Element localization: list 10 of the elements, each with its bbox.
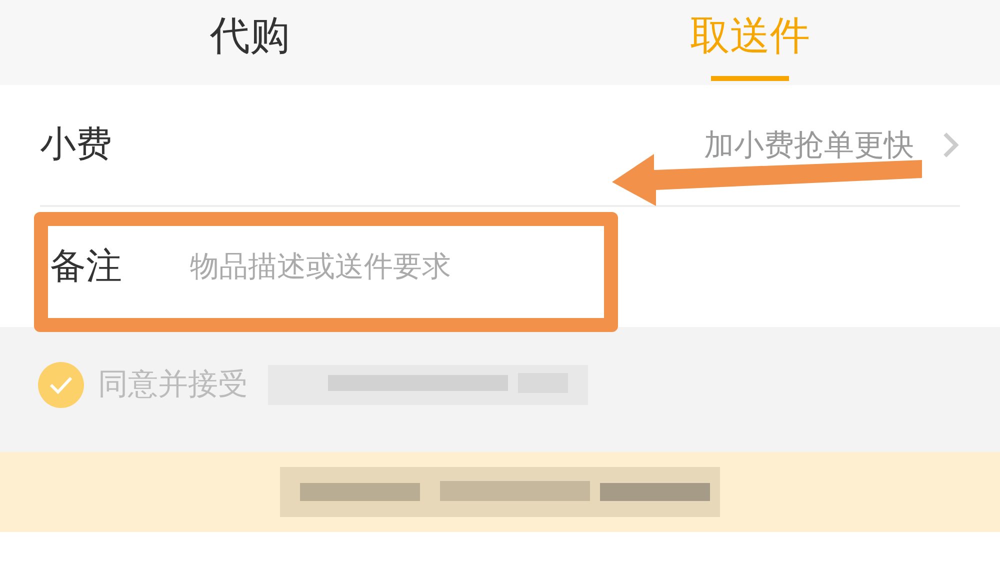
checkbox[interactable]	[38, 362, 84, 408]
tab[interactable]: 代购	[0, 0, 500, 85]
chevron-icon[interactable]	[942, 132, 960, 158]
tab[interactable]: 取送件	[500, 0, 1000, 85]
note-field[interactable]: 物品描述或送件要求	[188, 244, 608, 290]
check-icon	[49, 376, 73, 394]
tip-hint[interactable]: 加小费抢单更快	[704, 122, 914, 168]
agreement-text: 同意并接受	[98, 366, 248, 404]
tip-label: 小费	[40, 123, 112, 167]
note-label: 备注	[50, 245, 122, 289]
